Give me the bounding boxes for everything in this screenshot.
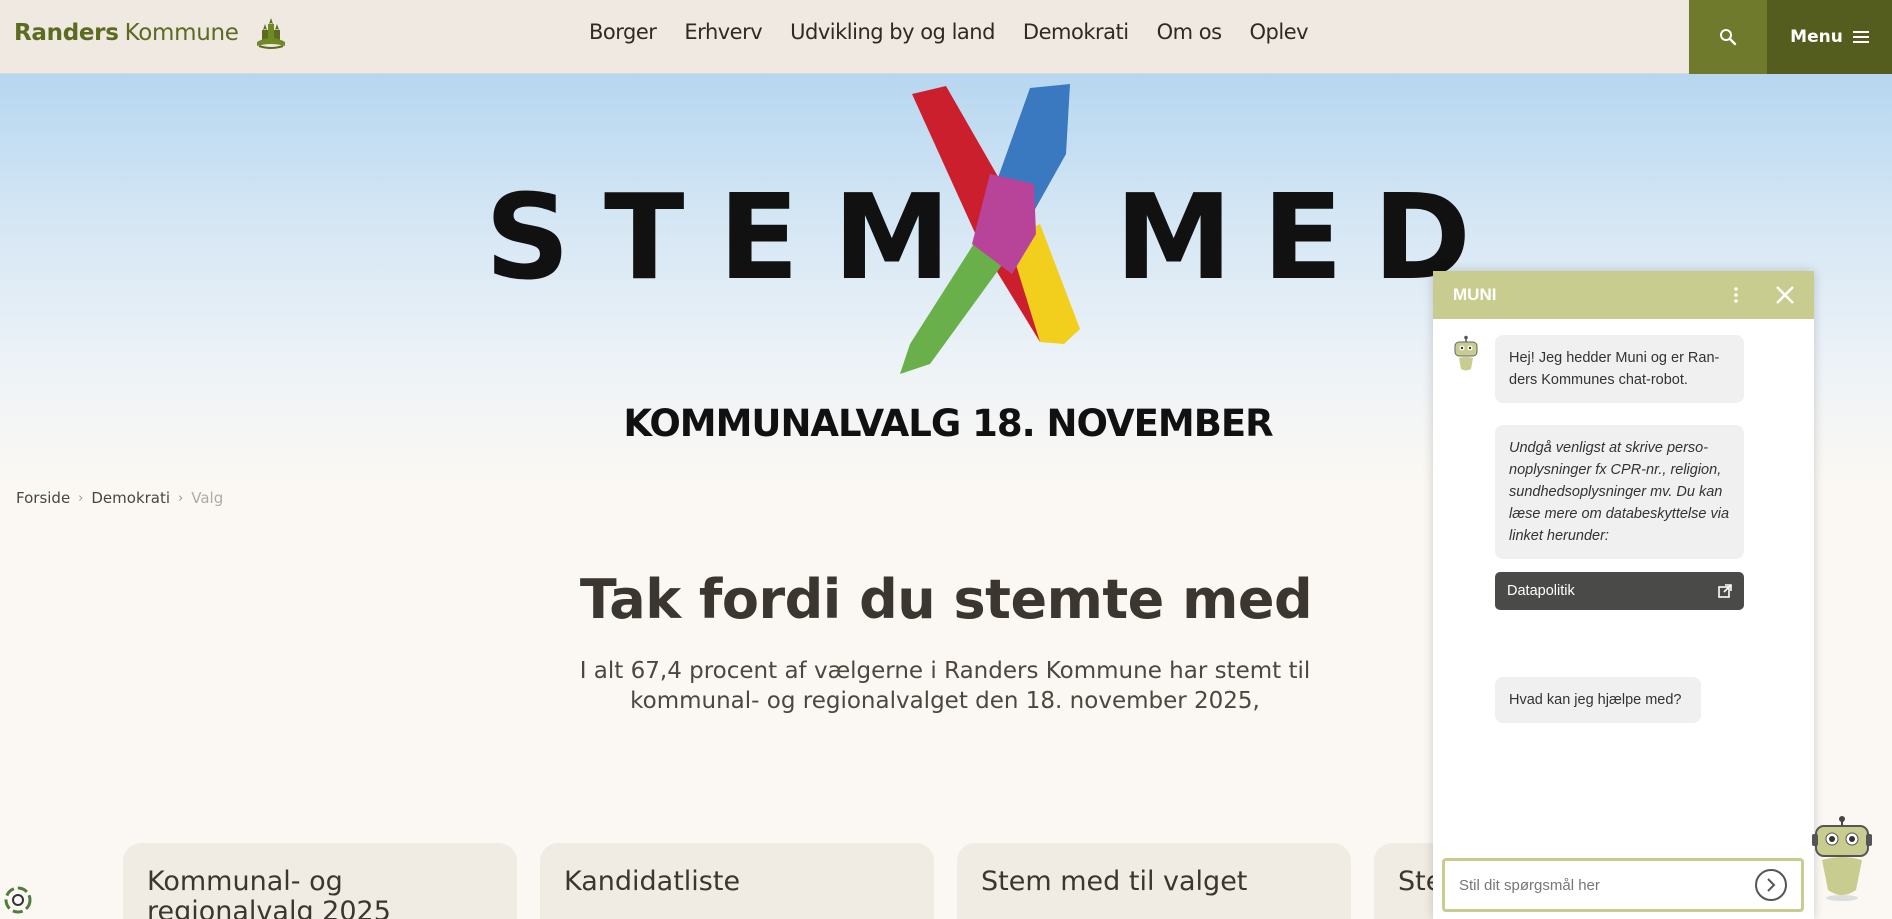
site-logo[interactable]: Randers Kommune — [14, 16, 287, 50]
breadcrumb-forside[interactable]: Forside — [16, 489, 70, 507]
chat-message-question: Hvad kan jeg hjælpe med? — [1495, 677, 1701, 723]
search-button[interactable] — [1689, 0, 1767, 74]
chatbot-launcher-icon[interactable] — [1810, 816, 1874, 902]
card-title: Kandidatliste — [564, 866, 741, 897]
datapolitik-link-button[interactable]: Datapolitik — [1495, 572, 1744, 610]
page-intro: I alt 67,4 procent af vælgerne i Randers… — [579, 658, 1311, 714]
close-icon[interactable] — [1773, 283, 1797, 307]
site-header: Randers Kommune Borger Erhverv Udvikling… — [0, 0, 1892, 74]
datapolitik-label: Datapolitik — [1507, 583, 1575, 599]
chat-input-placeholder: Stil dit spørgsmål her — [1459, 876, 1600, 894]
card-title: Stem med til valget — [981, 866, 1248, 897]
logo-text-randers: Randers — [14, 20, 119, 46]
external-link-icon — [1718, 584, 1732, 598]
accessibility-icon[interactable] — [4, 886, 32, 914]
menu-button[interactable]: Menu — [1767, 0, 1892, 74]
chat-header: MUNI — [1433, 271, 1814, 319]
chat-title: MUNI — [1453, 285, 1497, 304]
logo-text-kommune: Kommune — [124, 20, 239, 46]
nav-item-demokrati[interactable]: Demokrati — [1023, 20, 1129, 44]
chat-input-field[interactable]: Stil dit spørgsmål her — [1442, 858, 1804, 912]
search-icon — [1720, 29, 1737, 46]
chat-widget: MUNI Hej! Jeg hedder Muni og er Ran­ders… — [1433, 271, 1814, 919]
chat-message-greeting: Hej! Jeg hedder Muni og er Ran­ders Komm… — [1495, 335, 1744, 403]
chevron-right-icon — [1767, 878, 1776, 892]
more-vertical-icon[interactable] — [1726, 283, 1746, 307]
chat-message-privacy: Undgå venligst at skrive perso­noplysnin… — [1495, 425, 1744, 559]
nav-item-udvikling[interactable]: Udvikling by og land — [790, 20, 995, 44]
card-kandidatliste[interactable]: Kandidatliste — [540, 843, 934, 919]
breadcrumb-current: Valg — [191, 489, 224, 507]
menu-label: Menu — [1790, 27, 1843, 47]
chevron-right-icon: › — [78, 490, 84, 506]
card-title: Kommunal- og regionalvalg 2025 — [147, 866, 391, 919]
bot-avatar-icon — [1454, 335, 1478, 371]
hamburger-icon — [1852, 31, 1869, 43]
breadcrumb: Forside › Demokrati › Valg — [16, 489, 223, 507]
chat-messages: Hej! Jeg hedder Muni og er Ran­ders Komm… — [1433, 319, 1814, 903]
nav-item-erhverv[interactable]: Erhverv — [684, 20, 762, 44]
send-button[interactable] — [1755, 869, 1787, 901]
breadcrumb-demokrati[interactable]: Demokrati — [91, 489, 170, 507]
hero-word-left: STEM — [485, 168, 985, 306]
nav-item-borger[interactable]: Borger — [589, 20, 657, 44]
logo-emblem-icon — [256, 18, 285, 49]
chevron-right-icon: › — [178, 490, 184, 506]
card-stem-med[interactable]: Stem med til valget — [957, 843, 1351, 919]
hero-subtitle: KOMMUNALVALG 18. NOVEMBER — [623, 402, 1273, 445]
card-kommunalvalg[interactable]: Kommunal- og regionalvalg 2025 — [123, 843, 517, 919]
main-nav: Borger Erhverv Udvikling by og land Demo… — [589, 20, 1309, 44]
nav-item-om-os[interactable]: Om os — [1157, 20, 1222, 44]
nav-item-oplev[interactable]: Oplev — [1250, 20, 1309, 44]
